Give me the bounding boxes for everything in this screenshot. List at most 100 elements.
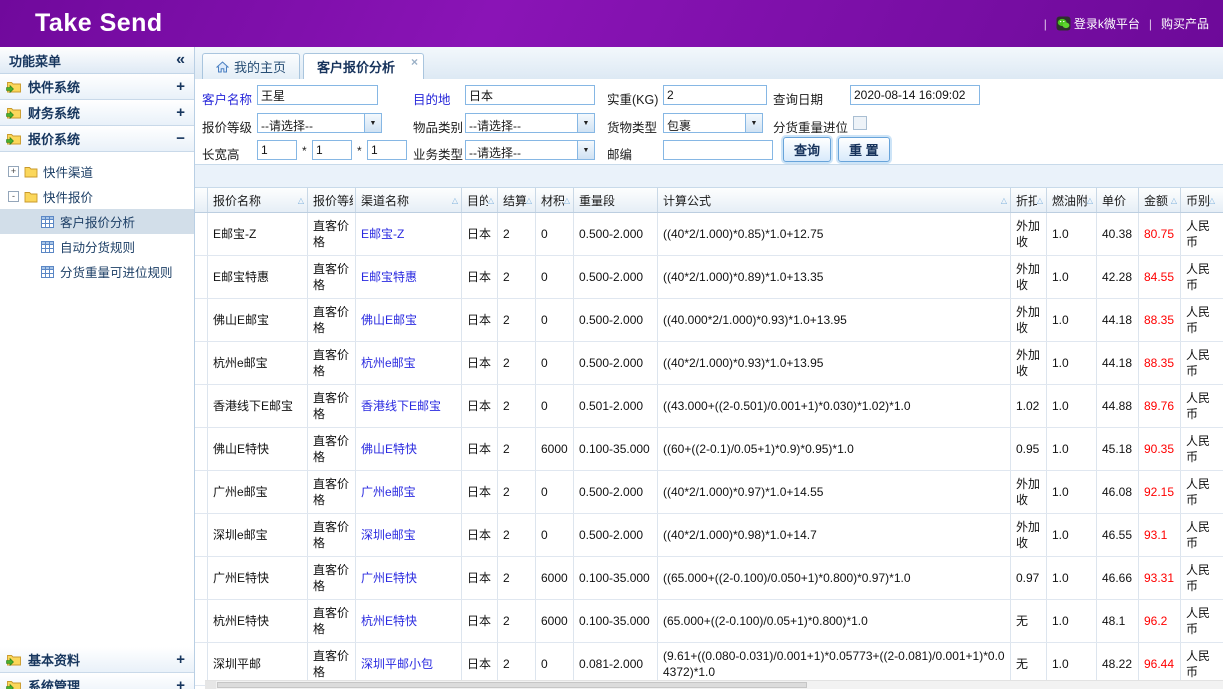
multiply-sign: * bbox=[357, 144, 362, 158]
cell-text: 外加收 bbox=[1016, 304, 1044, 336]
channel-link[interactable]: 香港线下E邮宝 bbox=[361, 398, 441, 414]
tab-customer-quote-analysis[interactable]: 客户报价分析 × bbox=[303, 53, 424, 79]
sidebar-item-basic-data[interactable]: 基本资料 + bbox=[0, 647, 194, 673]
scroll-left-button[interactable] bbox=[205, 681, 216, 689]
cell-text: 2 bbox=[503, 269, 510, 285]
tree-leaf-customer-quote-analysis[interactable]: 客户报价分析 bbox=[0, 209, 194, 234]
section-label: 报价系统 bbox=[28, 129, 80, 148]
expand-plus-icon[interactable]: + bbox=[176, 78, 185, 95]
channel-link[interactable]: 深圳e邮宝 bbox=[361, 527, 416, 543]
sidebar-item-finance-system[interactable]: 财务系统 + bbox=[0, 100, 194, 126]
collapse-minus-icon[interactable]: − bbox=[176, 130, 185, 147]
width-input[interactable] bbox=[312, 140, 352, 160]
sort-icon[interactable]: △ bbox=[452, 196, 459, 205]
channel-link[interactable]: 广州E特快 bbox=[361, 570, 417, 586]
column-header-settle_weight[interactable]: 结算重量△ bbox=[498, 188, 536, 212]
expand-plus-icon[interactable]: + bbox=[176, 677, 185, 689]
login-wechat-link[interactable]: 登录k微平台 bbox=[1056, 15, 1140, 32]
folder-arrow-icon bbox=[6, 653, 22, 666]
cell-settle_weight: 2 bbox=[498, 428, 536, 470]
sort-icon[interactable]: △ bbox=[526, 196, 533, 205]
reset-button[interactable]: 重 置 bbox=[838, 137, 890, 162]
channel-link[interactable]: E邮宝特惠 bbox=[361, 269, 417, 285]
cell-unit_price: 46.08 bbox=[1097, 471, 1139, 513]
sidebar-item-quote-system[interactable]: 报价系统 − bbox=[0, 126, 194, 152]
column-header-grade[interactable]: 报价等级 bbox=[308, 188, 356, 212]
horizontal-scrollbar[interactable] bbox=[205, 680, 1223, 689]
expand-plus-icon[interactable]: + bbox=[176, 104, 185, 121]
column-header-dest[interactable]: 目的地△ bbox=[462, 188, 498, 212]
channel-link[interactable]: E邮宝-Z bbox=[361, 226, 404, 242]
query-date-input[interactable] bbox=[850, 85, 980, 105]
cell-settle_weight: 2 bbox=[498, 299, 536, 341]
chevron-down-icon[interactable]: ▼ bbox=[364, 114, 381, 132]
column-header-unit_price[interactable]: 单价 bbox=[1097, 188, 1139, 212]
business-type-select[interactable]: --请选择-- ▼ bbox=[465, 140, 595, 160]
zipcode-input[interactable] bbox=[663, 140, 773, 160]
collapse-sidebar-icon[interactable]: « bbox=[176, 51, 185, 69]
column-header-weight_range[interactable]: 重量段 bbox=[574, 188, 658, 212]
tree-node-express-quote[interactable]: - 快件报价 bbox=[0, 184, 194, 209]
chevron-down-icon[interactable]: ▼ bbox=[745, 114, 762, 132]
cell-text: 0 bbox=[541, 398, 548, 414]
cell-text: 6000 bbox=[541, 570, 568, 586]
cell-text: 48.22 bbox=[1102, 656, 1132, 672]
sidebar-item-express-system[interactable]: 快件系统 + bbox=[0, 74, 194, 100]
sort-icon[interactable]: △ bbox=[298, 196, 305, 205]
column-header-channel[interactable]: 渠道名称△ bbox=[356, 188, 462, 212]
buy-product-link[interactable]: 购买产品 bbox=[1161, 15, 1209, 32]
carry-rounding-checkbox[interactable] bbox=[853, 116, 867, 130]
tab-my-homepage[interactable]: 我的主页 bbox=[202, 53, 300, 79]
column-header-fuel[interactable]: 燃油附加△ bbox=[1047, 188, 1097, 212]
sort-icon[interactable]: △ bbox=[1209, 196, 1216, 205]
column-header-name[interactable]: 报价名称△ bbox=[208, 188, 308, 212]
column-header-amount[interactable]: 金额△ bbox=[1139, 188, 1181, 212]
length-input[interactable] bbox=[257, 140, 297, 160]
expand-plus-icon[interactable]: + bbox=[176, 651, 185, 668]
tab-bar: 我的主页 客户报价分析 × bbox=[195, 47, 1223, 79]
item-category-select[interactable]: --请选择-- ▼ bbox=[465, 113, 595, 133]
tree-leaf-split-weight-rounding-rules[interactable]: 分货重量可进位规则 bbox=[0, 259, 194, 284]
column-header-currency[interactable]: 币别△ bbox=[1181, 188, 1218, 212]
cell-text: 直客价格 bbox=[313, 218, 353, 250]
sidebar-item-system-admin[interactable]: 系统管理 + bbox=[0, 673, 194, 689]
query-button[interactable]: 查询 bbox=[783, 137, 831, 162]
column-header-formula[interactable]: 计算公式△ bbox=[658, 188, 1011, 212]
destination-input[interactable] bbox=[465, 85, 595, 105]
channel-link[interactable]: 佛山E特快 bbox=[361, 441, 417, 457]
collapse-minus-icon[interactable]: - bbox=[8, 191, 19, 202]
tree-node-express-channel[interactable]: + 快件渠道 bbox=[0, 159, 194, 184]
sort-icon[interactable]: △ bbox=[1001, 196, 1008, 205]
tree-leaf-auto-split-rules[interactable]: 自动分货规则 bbox=[0, 234, 194, 259]
channel-link[interactable]: 杭州E特快 bbox=[361, 613, 417, 629]
cell-volume_divisor: 6000 bbox=[536, 557, 574, 599]
sort-icon[interactable]: △ bbox=[1037, 196, 1044, 205]
channel-link[interactable]: 杭州e邮宝 bbox=[361, 355, 416, 371]
close-icon[interactable]: × bbox=[411, 55, 418, 69]
sort-icon[interactable]: △ bbox=[564, 196, 571, 205]
expand-plus-icon[interactable]: + bbox=[8, 166, 19, 177]
channel-link[interactable]: 佛山E邮宝 bbox=[361, 312, 417, 328]
folder-icon bbox=[24, 191, 38, 203]
cell-weight_range: 0.500-2.000 bbox=[574, 342, 658, 384]
sort-icon[interactable]: △ bbox=[1171, 196, 1178, 205]
chevron-down-icon[interactable]: ▼ bbox=[577, 114, 594, 132]
cargo-type-select[interactable]: 包裹 ▼ bbox=[663, 113, 763, 133]
column-label: 渠道名称 bbox=[361, 192, 452, 209]
height-input[interactable] bbox=[367, 140, 407, 160]
customer-name-input[interactable] bbox=[257, 85, 378, 105]
cell-fuel: 1.0 bbox=[1047, 342, 1097, 384]
sort-icon[interactable]: △ bbox=[488, 196, 495, 205]
column-header-discount[interactable]: 折扣△ bbox=[1011, 188, 1047, 212]
cell-grade: 直客价格 bbox=[308, 643, 356, 685]
chevron-down-icon[interactable]: ▼ bbox=[577, 141, 594, 159]
tree-leaf-label: 客户报价分析 bbox=[60, 212, 135, 231]
column-header-volume_divisor[interactable]: 材积除△ bbox=[536, 188, 574, 212]
scrollbar-thumb[interactable] bbox=[217, 682, 807, 688]
actual-weight-input[interactable] bbox=[663, 85, 767, 105]
channel-link[interactable]: 广州e邮宝 bbox=[361, 484, 416, 500]
channel-link[interactable]: 深圳平邮小包 bbox=[361, 656, 433, 672]
quote-grade-select[interactable]: --请选择-- ▼ bbox=[257, 113, 382, 133]
column-label: 计算公式 bbox=[663, 192, 1001, 209]
sort-icon[interactable]: △ bbox=[1087, 196, 1094, 205]
